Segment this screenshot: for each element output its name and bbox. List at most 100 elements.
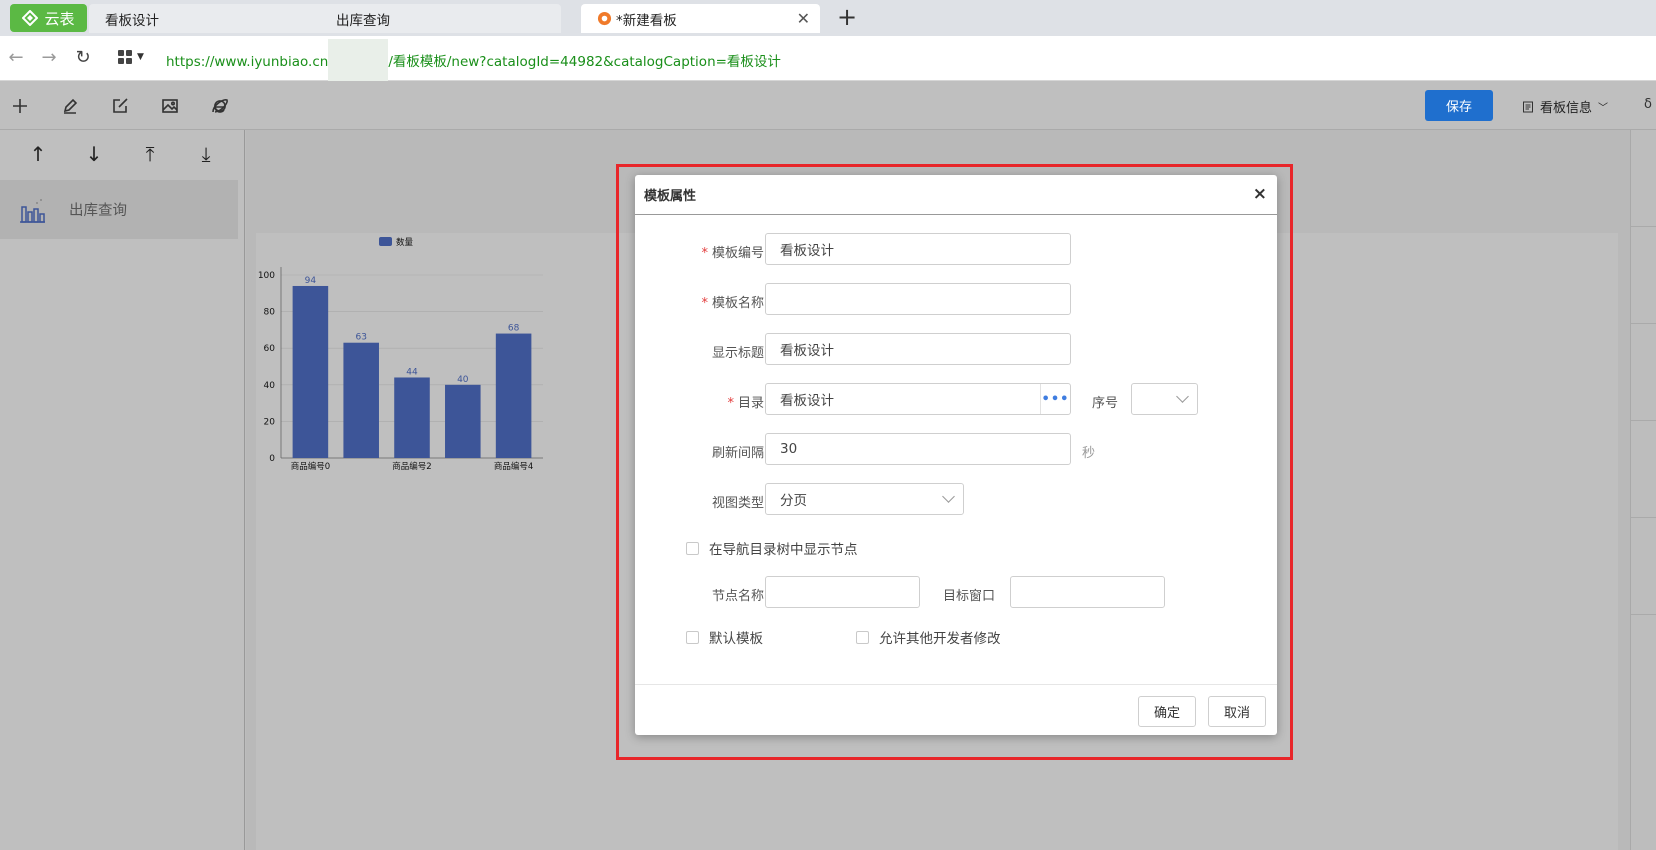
browser-ie-icon[interactable]: [209, 95, 231, 117]
display-title-input[interactable]: 看板设计: [765, 333, 1071, 365]
app-toolbar: 保存 看板信息 ﹀ δ: [0, 81, 1656, 130]
input-value: 30: [780, 441, 798, 457]
required-mark: *: [727, 396, 734, 411]
input-value: 看板设计: [780, 243, 834, 259]
select-value: 分页: [780, 493, 807, 509]
target-window-input[interactable]: [1010, 576, 1165, 608]
browser-tab-bar: 云表 看板设计 出库查询 *新建看板 ✕ +: [0, 0, 1656, 36]
order-label: 序号: [1092, 396, 1119, 411]
tab-dashboard-design[interactable]: 看板设计: [89, 4, 330, 33]
allow-others-checkbox[interactable]: 允许其他开发者修改: [856, 627, 1001, 647]
back-icon[interactable]: ←: [5, 47, 27, 69]
move-top-icon[interactable]: ⤒: [137, 142, 163, 166]
data-label: 68: [508, 324, 520, 334]
data-label: 44: [406, 367, 418, 377]
cloud-table-logo-icon: [22, 10, 39, 26]
display-title-label: 显示标题: [711, 346, 764, 361]
y-tick-label: 100: [258, 271, 275, 281]
reload-icon[interactable]: ↻: [72, 47, 94, 69]
apps-menu-button[interactable]: ▼: [117, 49, 144, 65]
more-icon[interactable]: •••: [1040, 384, 1070, 414]
url-field[interactable]: https://www.iyunbiao.cn/看板模板/new?catalog…: [166, 39, 781, 83]
y-tick-label: 80: [264, 308, 276, 318]
catalog-input[interactable]: 看板设计 •••: [765, 383, 1071, 415]
close-tab-icon[interactable]: ✕: [797, 9, 810, 28]
label-text: 目录: [737, 396, 764, 411]
dialog-footer-divider: [635, 684, 1277, 685]
component-list-panel: ↑ ↓ ⤒ ⤓ 出库查询: [0, 130, 245, 850]
order-select[interactable]: [1131, 383, 1198, 415]
x-tick-label: 商品编号2: [392, 461, 431, 472]
overflow-glyph: δ: [1644, 97, 1652, 112]
chevron-down-icon: ▼: [137, 52, 144, 62]
node-name-label: 节点名称: [711, 589, 764, 604]
list-item-label: 出库查询: [69, 203, 127, 219]
input-value: 看板设计: [780, 343, 834, 359]
image-icon[interactable]: [159, 95, 181, 117]
chevron-down-icon: ﹀: [1598, 103, 1609, 114]
url-prefix: https://www.iyunbiao.cn: [166, 54, 329, 70]
template-name-input[interactable]: [765, 283, 1071, 315]
seconds-unit: 秒: [1082, 446, 1096, 461]
move-down-icon[interactable]: ↓: [81, 142, 107, 166]
show-in-nav-checkbox[interactable]: 在导航目录树中显示节点: [686, 538, 858, 558]
bar: [343, 342, 379, 458]
checkbox-label: 默认模板: [709, 631, 763, 647]
template-properties-dialog: 模板属性 × * 模板编号 看板设计 * 模板名称 显示标题 看板设计 * 目录 看板…: [635, 175, 1277, 735]
brand-button[interactable]: 云表: [10, 4, 87, 32]
list-item[interactable]: 出库查询: [0, 180, 238, 239]
dashboard-info-dropdown[interactable]: 看板信息 ﹀: [1522, 97, 1608, 116]
required-mark: *: [701, 296, 708, 311]
tab-new-dashboard[interactable]: *新建看板 ✕: [581, 4, 820, 33]
site-favicon-icon: [597, 11, 612, 26]
new-tab-icon[interactable]: +: [836, 5, 858, 31]
template-code-label: * 模板编号: [701, 242, 764, 261]
data-label: 94: [305, 276, 317, 286]
tab-outbound-query[interactable]: 出库查询: [320, 4, 561, 33]
bar: [445, 384, 481, 458]
view-type-select[interactable]: 分页: [765, 483, 964, 515]
add-icon[interactable]: [9, 95, 31, 117]
dialog-title: 模板属性: [644, 189, 697, 204]
y-tick-label: 60: [264, 344, 276, 354]
chevron-down-icon: [942, 490, 955, 503]
url-redaction: [328, 39, 389, 83]
node-name-input[interactable]: [765, 576, 920, 608]
legend-swatch: [379, 237, 392, 246]
refresh-interval-label: 刷新间隔: [711, 446, 764, 461]
bar: [292, 285, 329, 458]
order-controls: ↑ ↓ ⤒ ⤓: [0, 130, 244, 178]
close-icon[interactable]: ×: [1253, 184, 1267, 204]
tab-label: 看板设计: [105, 12, 159, 29]
data-label: 40: [457, 375, 469, 385]
bar-chart-svg: 0 20 40 60 80 100 数量 94 商品编号0 63 44 商品编号2 40 68 商品编号4: [258, 237, 543, 472]
tab-label: 出库查询: [336, 12, 390, 29]
brand-label: 云表: [44, 9, 75, 28]
template-code-input[interactable]: 看板设计: [765, 233, 1071, 265]
checkbox-label: 在导航目录树中显示节点: [709, 542, 858, 558]
document-icon: [1523, 101, 1533, 112]
pen-icon[interactable]: [59, 95, 81, 117]
y-tick-label: 20: [264, 417, 276, 427]
dashboard-info-label: 看板信息: [1540, 101, 1593, 116]
catalog-label: * 目录: [727, 392, 764, 411]
forward-icon[interactable]: →: [38, 47, 60, 69]
move-up-icon[interactable]: ↑: [25, 142, 51, 166]
required-mark: *: [701, 246, 708, 261]
cancel-button[interactable]: 取消: [1208, 696, 1266, 727]
checkbox-box: [686, 630, 699, 644]
move-bottom-icon[interactable]: ⤓: [193, 142, 219, 166]
bar-chart[interactable]: 0 20 40 60 80 100 数量 94 商品编号0 63 44 商品编号2 40 68 商品编号4: [253, 233, 553, 478]
edit-icon[interactable]: [109, 95, 131, 117]
ok-button[interactable]: 确定: [1138, 696, 1196, 727]
save-button[interactable]: 保存: [1425, 90, 1493, 121]
x-tick-label: 商品编号4: [494, 461, 533, 472]
x-tick-label: 商品编号0: [291, 461, 330, 472]
data-label: 63: [355, 333, 366, 343]
refresh-interval-input[interactable]: 30: [765, 433, 1071, 465]
dialog-header: 模板属性 ×: [635, 175, 1277, 215]
checkbox-label: 允许其他开发者修改: [879, 631, 1001, 647]
input-value: 看板设计: [780, 393, 834, 409]
apps-grid-icon: [118, 50, 132, 64]
default-template-checkbox[interactable]: 默认模板: [686, 627, 763, 647]
